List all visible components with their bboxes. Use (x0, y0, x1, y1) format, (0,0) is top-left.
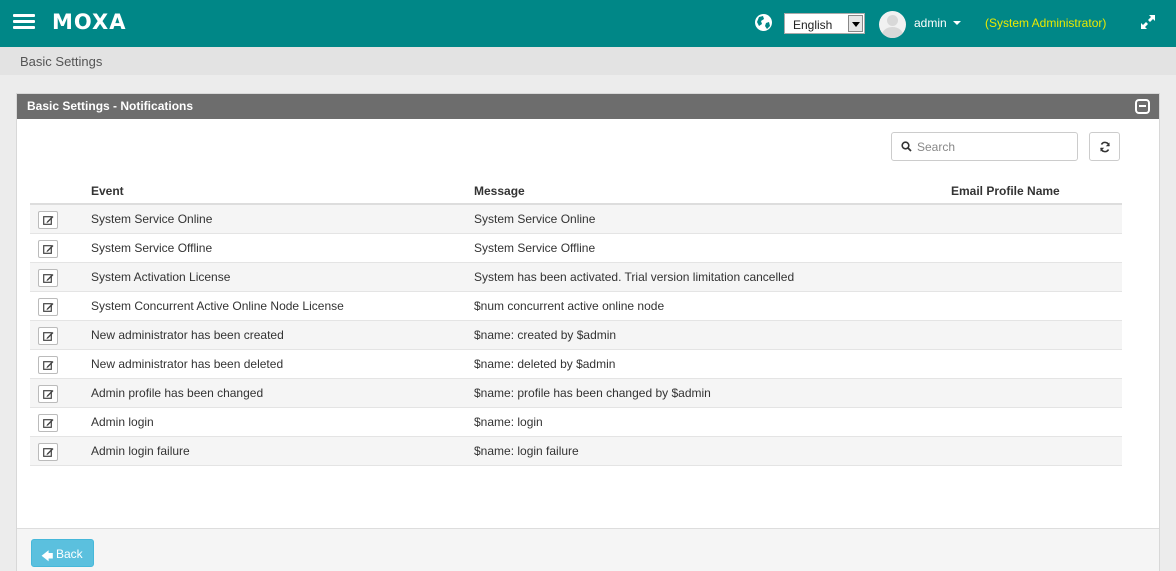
edit-button[interactable] (38, 327, 58, 345)
search-box (891, 132, 1078, 161)
logo: MOXA (52, 10, 127, 34)
event-cell: System Activation License (91, 270, 231, 284)
message-cell: System Service Online (474, 212, 596, 226)
panel-title: Basic Settings - Notifications (27, 99, 194, 113)
notifications-table: Event Message Email Profile Name System … (30, 177, 1122, 466)
event-cell: System Service Offline (91, 241, 213, 255)
message-cell: $name: login failure (474, 444, 579, 458)
message-cell: $name: created by $admin (474, 328, 617, 342)
refresh-button[interactable] (1089, 132, 1120, 161)
message-cell: System has been activated. Trial version… (474, 270, 795, 284)
event-cell: Admin login (91, 415, 154, 429)
table-row: Admin login $name: login (30, 408, 1122, 437)
message-cell: $num concurrent active online node (474, 299, 665, 313)
table-row: New administrator has been deleted $name:… (30, 350, 1122, 379)
panel-footer: 🡄 Back (17, 528, 1159, 571)
back-button[interactable]: 🡄 Back (31, 539, 94, 567)
message-cell: $name: deleted by $admin (474, 357, 616, 371)
breadcrumb: Basic Settings (0, 47, 1176, 75)
edit-button[interactable] (38, 240, 58, 258)
column-header-event[interactable]: Event (91, 184, 124, 198)
event-cell: New administrator has been created (91, 328, 284, 342)
table-row: Admin profile has been changed $name: pro… (30, 379, 1122, 408)
search-icon (901, 141, 912, 152)
column-header-email-profile[interactable]: Email Profile Name (951, 184, 1060, 198)
edit-icon (43, 216, 54, 225)
menu-icon[interactable] (13, 14, 35, 30)
edit-icon (43, 419, 54, 428)
event-cell: System Service Online (91, 212, 213, 226)
edit-icon (43, 332, 54, 341)
expand-icon[interactable] (1140, 14, 1156, 30)
table-row: System Activation License System has been… (30, 263, 1122, 292)
message-cell: $name: login (474, 415, 543, 429)
language-value: English (793, 18, 833, 32)
event-cell: Admin profile has been changed (91, 386, 264, 400)
edit-icon (43, 245, 54, 254)
arrow-left-icon: 🡄 (41, 549, 54, 563)
refresh-icon (1100, 141, 1110, 153)
event-cell: New administrator has been deleted (91, 357, 284, 371)
notifications-panel: Basic Settings - Notifications Event Mes… (16, 93, 1160, 571)
table-row: System Service Offline System Service Off… (30, 234, 1122, 263)
edit-button[interactable] (38, 211, 58, 229)
language-select[interactable]: English (784, 13, 865, 34)
edit-icon (43, 303, 54, 312)
message-cell: $name: profile has been changed by $admi… (474, 386, 711, 400)
edit-icon (43, 448, 54, 457)
event-cell: System Concurrent Active Online Node Lic… (91, 299, 344, 313)
edit-button[interactable] (38, 414, 58, 432)
search-input[interactable] (917, 138, 1067, 156)
column-header-message[interactable]: Message (474, 184, 525, 198)
edit-button[interactable] (38, 385, 58, 403)
panel-header: Basic Settings - Notifications (17, 94, 1159, 119)
edit-button[interactable] (38, 269, 58, 287)
top-navbar: MOXA English admin (System Administrator… (0, 0, 1176, 47)
edit-button[interactable] (38, 356, 58, 374)
user-name: admin (914, 16, 947, 30)
event-cell: Admin login failure (91, 444, 190, 458)
globe-icon (755, 14, 772, 31)
message-cell: System Service Offline (474, 241, 596, 255)
collapse-icon[interactable] (1135, 99, 1150, 114)
table-header: Event Message Email Profile Name (30, 177, 1122, 205)
edit-icon (43, 274, 54, 283)
back-button-label: Back (56, 547, 83, 561)
edit-icon (43, 361, 54, 370)
user-avatar[interactable] (879, 11, 906, 38)
table-row: System Service Online System Service Onli… (30, 205, 1122, 234)
table-row: New administrator has been created $name:… (30, 321, 1122, 350)
user-role: (System Administrator) (985, 16, 1107, 30)
caret-down-icon (952, 21, 961, 25)
edit-button[interactable] (38, 298, 58, 316)
breadcrumb-item: Basic Settings (20, 54, 103, 69)
table-body: System Service Online System Service Onli… (30, 205, 1122, 466)
edit-button[interactable] (38, 443, 58, 461)
table-row: Admin login failure $name: login failure (30, 437, 1122, 466)
edit-icon (43, 390, 54, 399)
chevron-down-icon[interactable] (848, 15, 863, 32)
user-menu[interactable]: admin (914, 16, 961, 30)
table-row: System Concurrent Active Online Node Lic… (30, 292, 1122, 321)
